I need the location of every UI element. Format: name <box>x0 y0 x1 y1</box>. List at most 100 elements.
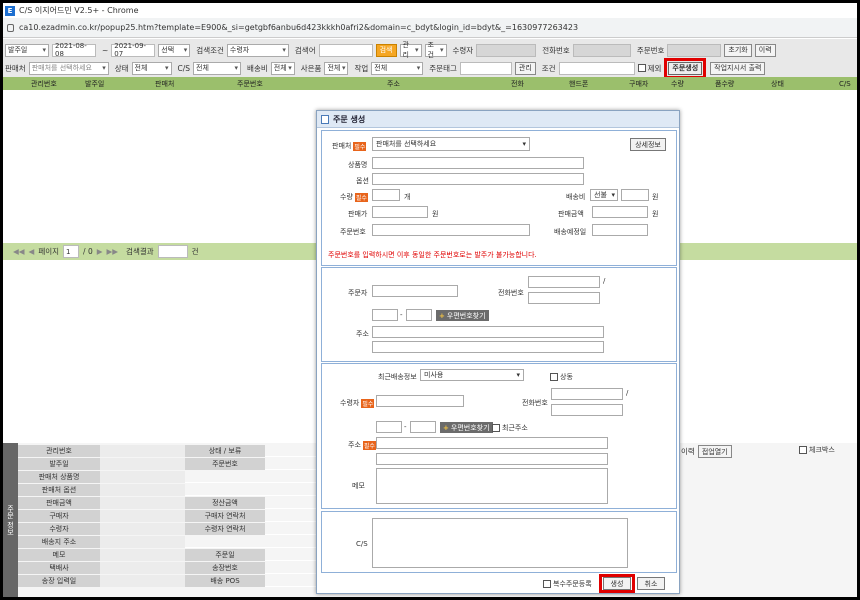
create-order-button[interactable]: 주문생성 <box>668 61 703 75</box>
col-order-date[interactable]: 발주일 <box>85 79 104 89</box>
create-button[interactable]: 생성 <box>603 577 631 590</box>
phone-input[interactable] <box>572 43 631 57</box>
page-input[interactable]: 1 <box>63 245 80 258</box>
right-tools: 이력 접업열기 <box>678 445 735 458</box>
work-print-button[interactable]: 작업지시서 출력 <box>710 61 766 75</box>
sale-amount-input[interactable] <box>592 206 648 218</box>
recent-ship-select[interactable]: 미사용 ▾ <box>420 369 524 381</box>
orderer-address-input[interactable] <box>372 326 604 338</box>
col-item-qty[interactable]: 품수량 <box>715 79 734 89</box>
orderer-zip-button[interactable]: 우편번호찾기 <box>436 310 489 321</box>
receiver-input[interactable] <box>376 395 464 407</box>
cancel-button[interactable]: 취소 <box>637 577 665 590</box>
col-seller[interactable]: 판매처 <box>155 79 174 89</box>
option-input[interactable] <box>372 173 584 185</box>
cs-textarea[interactable] <box>372 518 628 568</box>
order-no-input[interactable] <box>667 43 722 57</box>
open-button[interactable]: 접업열기 <box>697 445 732 458</box>
select-box[interactable]: 선택 <box>158 43 191 57</box>
receiver-address-detail-input[interactable] <box>376 453 608 465</box>
gift-label: 사은품 <box>300 63 322 73</box>
cond-input[interactable] <box>558 61 635 75</box>
orderer-mobile-input[interactable] <box>528 292 600 304</box>
same-checkbox[interactable] <box>550 373 558 381</box>
multi-order-wrap[interactable]: 복수주문등록 <box>543 579 592 589</box>
orderer-zip2-input[interactable] <box>406 309 432 321</box>
ship-date-input[interactable] <box>592 224 648 236</box>
col-status[interactable]: 상태 <box>771 79 784 89</box>
ship-fee-type-select[interactable]: 선불 ▾ <box>590 189 618 201</box>
orderer-phone-input[interactable] <box>528 276 600 288</box>
col-order-no[interactable]: 주문번호 <box>237 79 263 89</box>
first-page-icon[interactable]: ◀◀ <box>13 247 25 256</box>
except-checkbox[interactable] <box>637 64 646 72</box>
receiver-zip1-input[interactable] <box>376 421 402 433</box>
detail-value <box>100 522 185 535</box>
last-page-icon[interactable]: ▶▶ <box>107 247 119 256</box>
receiver-address-text: 주소 <box>348 441 361 449</box>
multi-order-checkbox[interactable] <box>543 580 551 588</box>
reset-button[interactable]: 초기화 <box>724 43 752 57</box>
address-bar[interactable]: ca10.ezadmin.co.kr/popup25.htm?template=… <box>3 18 857 38</box>
col-qty[interactable]: 수량 <box>671 79 684 89</box>
receiver-zip2-input[interactable] <box>410 421 436 433</box>
receiver-address-field-label: 주소 필수 <box>348 440 376 450</box>
ship-fee-select[interactable]: 전체 <box>270 61 295 75</box>
product-input[interactable] <box>372 157 584 169</box>
history-button[interactable]: 이력 <box>754 43 776 57</box>
url-text[interactable]: ca10.ezadmin.co.kr/popup25.htm?template=… <box>19 23 578 32</box>
order-tag-input[interactable] <box>459 61 512 75</box>
date-from-input[interactable]: 2021-08-08 <box>52 42 96 58</box>
memo-textarea[interactable] <box>376 468 608 504</box>
detail-info-button[interactable]: 상세정보 <box>630 138 666 151</box>
ship-fee-input[interactable] <box>621 189 649 201</box>
receiver-zip-button[interactable]: 우편번호찾기 <box>440 422 493 433</box>
receiver-input[interactable] <box>476 43 537 57</box>
search-cond-select[interactable]: 수령자 <box>226 43 289 57</box>
recent-addr-checkbox[interactable] <box>492 424 500 432</box>
manage-select[interactable]: 관리 <box>399 41 422 59</box>
recent-addr-wrap[interactable]: 최근주소 <box>492 423 528 433</box>
work-select[interactable]: 전체 <box>371 61 424 75</box>
cond-select[interactable]: 조건 <box>424 41 447 59</box>
cs-select[interactable]: 전체 <box>193 61 242 75</box>
order-no-input[interactable] <box>372 224 530 236</box>
col-manage-no[interactable]: 관리번호 <box>31 79 57 89</box>
col-address[interactable]: 주소 <box>387 79 400 89</box>
prev-page-icon[interactable]: ◀ <box>29 247 35 256</box>
col-buyer[interactable]: 구매자 <box>629 79 648 89</box>
col-phone[interactable]: 전화 <box>511 79 524 89</box>
browser-window: E C/S 이지어드민 V2.5+ - Chrome ca10.ezadmin.… <box>3 3 857 597</box>
right-checkbox[interactable] <box>799 446 807 454</box>
orderer-address-detail-input[interactable] <box>372 341 604 353</box>
required-badge: 필수 <box>354 192 368 202</box>
cs-section: C/S <box>321 511 677 573</box>
detail-key2: 구매자 연락처 <box>185 509 265 522</box>
right-history-label: 이력 <box>681 447 695 456</box>
price-input[interactable] <box>372 206 428 218</box>
gift-select[interactable]: 전체 <box>324 61 349 75</box>
manage-button[interactable]: 관리 <box>514 61 536 75</box>
search-button[interactable]: 검색 <box>375 43 397 57</box>
search-word-input[interactable] <box>318 43 373 57</box>
col-cs[interactable]: C/S <box>839 80 851 88</box>
recent-ship-text: 미사용 <box>424 371 444 379</box>
receiver-mobile-input[interactable] <box>551 404 623 416</box>
receiver-address-input[interactable] <box>376 437 608 449</box>
ship-date-label: 배송예정일 <box>554 228 587 236</box>
status-select[interactable]: 전체 <box>131 61 172 75</box>
product-section: 판매처 필수 판매처를 선택하세요 ▾ 상세정보 상품명 옵션 수량 필수 개 배송비… <box>321 130 677 266</box>
modal-seller-select[interactable]: 판매처를 선택하세요 ▾ <box>372 137 530 151</box>
seller-select[interactable]: 판매처를 선택하세요 <box>28 61 109 75</box>
next-page-icon[interactable]: ▶ <box>97 247 103 256</box>
date-to-input[interactable]: 2021-09-07 <box>111 42 156 58</box>
receiver-phone-input[interactable] <box>551 388 623 400</box>
orderer-zip1-input[interactable] <box>372 309 398 321</box>
date-type-select[interactable]: 발주일 <box>5 43 49 57</box>
qty-input[interactable] <box>372 189 400 201</box>
col-mobile[interactable]: 핸드폰 <box>569 79 588 89</box>
same-checkbox-wrap[interactable]: 상동 <box>550 372 573 382</box>
detail-key: 송장 입력일 <box>18 574 100 587</box>
detail-value <box>100 496 185 509</box>
orderer-input[interactable] <box>372 285 458 297</box>
